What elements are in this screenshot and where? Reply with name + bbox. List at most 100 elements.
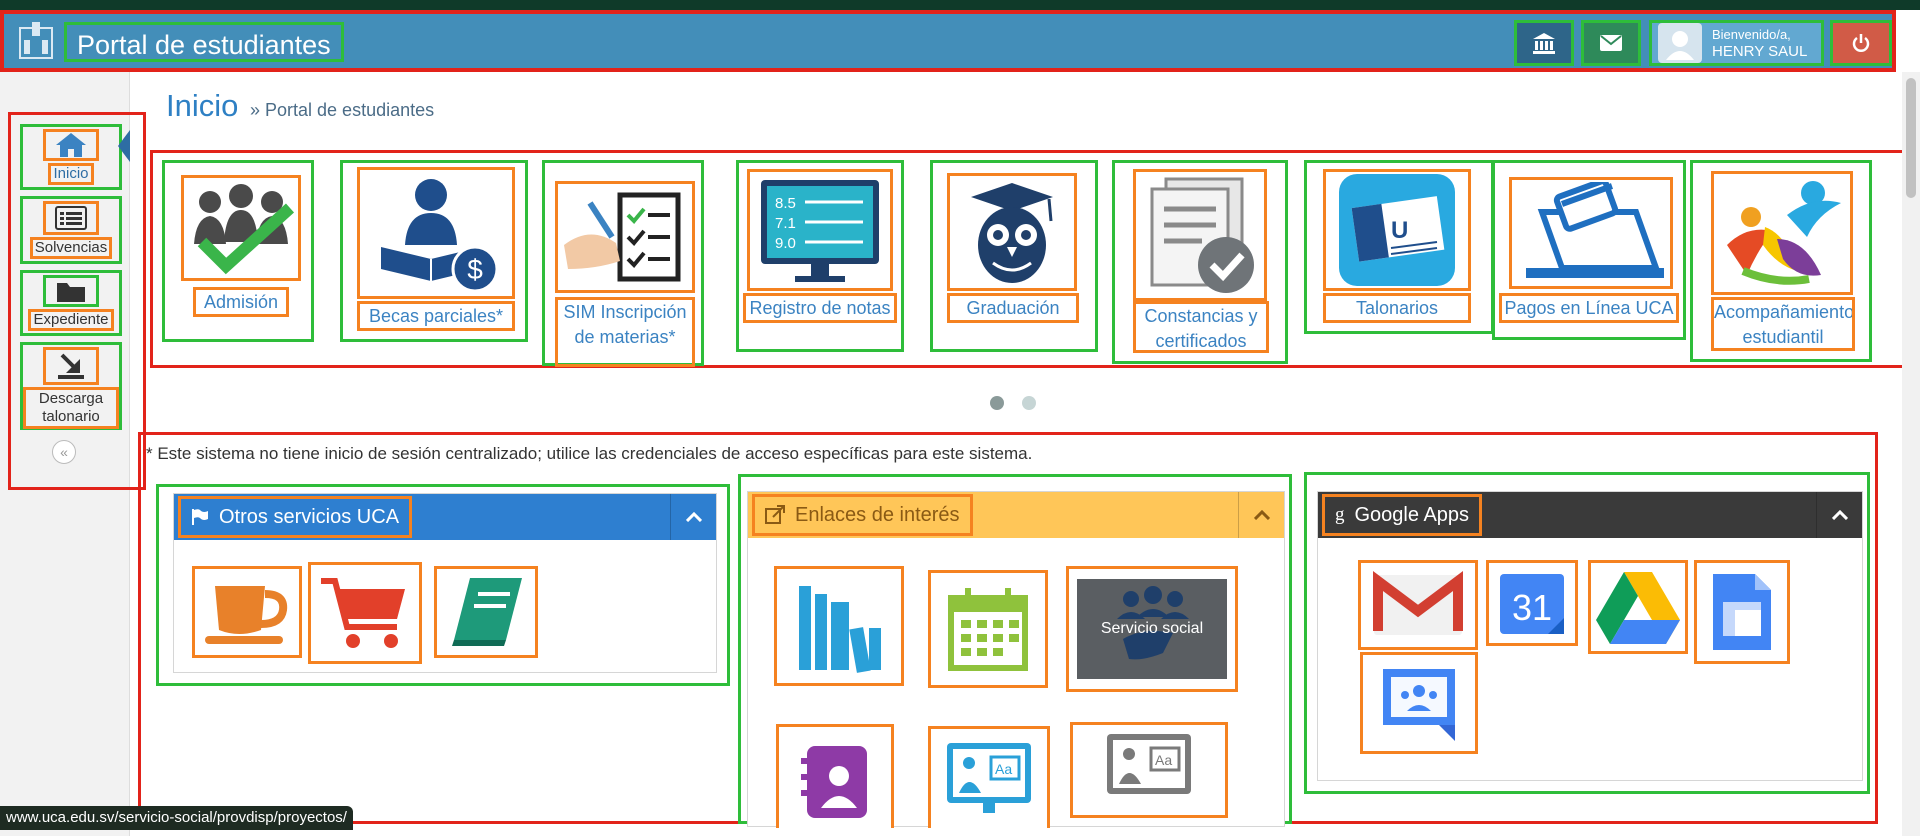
carousel-pagination	[990, 396, 1054, 415]
mail-button[interactable]	[1581, 20, 1641, 66]
list-icon	[43, 201, 99, 235]
sidebar-item-label: Expediente	[28, 309, 114, 331]
panel-title: g Google Apps	[1322, 494, 1483, 536]
panel-header: Enlaces de interés	[748, 492, 1284, 538]
flag-icon	[192, 509, 208, 525]
google-calendar-icon[interactable]: 31	[1486, 560, 1578, 646]
virtual-classroom-icon[interactable]: Aa	[1070, 722, 1228, 818]
payment-slip-icon: U	[1323, 169, 1471, 291]
user-avatar-icon	[1666, 31, 1694, 60]
page-title: Inicio	[166, 88, 239, 123]
enrollment-icon	[555, 181, 695, 293]
sidebar-item-descarga-talonario[interactable]: Descarga talonario	[20, 342, 122, 430]
chevron-up-icon[interactable]	[1816, 492, 1862, 538]
svg-text:Aa: Aa	[995, 761, 1012, 777]
tile-label: Pagos en Línea UCA	[1499, 293, 1679, 323]
user-menu[interactable]: Bienvenido/a, HENRY SAUL	[1649, 20, 1824, 66]
window-top-strip	[0, 0, 1920, 10]
folder-icon	[43, 275, 99, 307]
sidebar-item-inicio[interactable]: Inicio	[20, 124, 122, 190]
tile-label: Becas parciales*	[357, 301, 515, 331]
admission-icon	[181, 175, 301, 281]
tile-talonarios[interactable]: U Talonarios	[1304, 160, 1494, 334]
tile-graduacion[interactable]: Graduación	[930, 160, 1098, 352]
svg-text:Aa: Aa	[1155, 752, 1172, 768]
cafeteria-icon[interactable]	[192, 566, 302, 658]
chevron-up-icon[interactable]	[1238, 492, 1284, 538]
envelope-icon	[1600, 35, 1622, 51]
carousel-dot-1[interactable]	[990, 396, 1004, 410]
sidebar-item-expediente[interactable]: Expediente	[20, 270, 122, 336]
tile-pagos-linea[interactable]: Pagos en Línea UCA	[1492, 160, 1686, 340]
svg-text:9.0: 9.0	[775, 235, 796, 252]
student-support-icon	[1711, 171, 1853, 295]
servicio-social-label: Servicio social	[1100, 620, 1204, 637]
panel-google-apps: g Google Apps 31	[1304, 472, 1870, 794]
panel-title: Otros servicios UCA	[178, 496, 413, 538]
tile-label: Admisión	[193, 287, 289, 317]
page-scrollbar[interactable]	[1902, 72, 1920, 836]
uca-logo[interactable]	[14, 20, 62, 64]
tile-sim-inscripcion[interactable]: SIM Inscripción de materias*	[542, 160, 704, 367]
cart-icon[interactable]	[308, 562, 422, 664]
power-icon	[1852, 34, 1870, 52]
library-icon[interactable]	[774, 566, 904, 686]
tile-label: Registro de notas	[743, 293, 897, 323]
grades-icon: 8.5 7.1 9.0	[747, 169, 893, 291]
bank-button[interactable]	[1514, 20, 1574, 66]
tile-acompanamiento[interactable]: Acompañamiento estudiantil	[1690, 160, 1872, 362]
svg-text:U: U	[1391, 217, 1408, 244]
breadcrumb: » Portal de estudiantes	[250, 100, 435, 120]
chevron-up-icon[interactable]	[670, 494, 716, 540]
external-link-icon	[765, 505, 785, 524]
user-name: HENRY SAUL	[1712, 43, 1808, 60]
tile-label: Talonarios	[1323, 293, 1471, 323]
sidebar-item-solvencias[interactable]: Solvencias	[20, 196, 122, 264]
book-icon[interactable]	[434, 566, 538, 658]
tile-label: SIM Inscripción de materias*	[555, 297, 695, 367]
graduation-owl-icon	[947, 173, 1077, 291]
panel-otros-servicios: Otros servicios UCA	[156, 484, 730, 686]
sidebar-item-label: Descarga talonario	[23, 387, 119, 429]
carousel-dot-2[interactable]	[1022, 396, 1036, 410]
svg-text:8.5: 8.5	[775, 195, 796, 212]
scrollbar-thumb[interactable]	[1906, 78, 1916, 198]
bank-icon	[1533, 33, 1555, 54]
svg-text:$: $	[467, 254, 483, 285]
online-payment-icon	[1509, 177, 1673, 289]
logout-button[interactable]	[1830, 20, 1892, 66]
welcome-label: Bienvenido/a,	[1712, 27, 1791, 42]
svg-text:31: 31	[1512, 587, 1552, 628]
tile-registro-notas[interactable]: 8.5 7.1 9.0 Registro de notas	[736, 160, 904, 352]
tile-label: Acompañamiento estudiantil	[1711, 297, 1855, 351]
tile-label: Graduación	[947, 293, 1079, 323]
panel-title: Enlaces de interés	[752, 494, 973, 536]
panel-header: g Google Apps	[1318, 492, 1862, 538]
gmail-icon[interactable]	[1358, 560, 1478, 650]
scholarship-icon: $	[357, 167, 515, 299]
avatar	[1658, 23, 1702, 63]
elearning-icon[interactable]: Aa	[928, 726, 1050, 828]
google-drive-icon[interactable]	[1588, 560, 1688, 654]
calendar-icon[interactable]	[928, 570, 1048, 688]
certificates-icon	[1133, 169, 1267, 301]
tile-constancias[interactable]: Constancias y certificados	[1112, 160, 1288, 364]
sidebar-collapse-button[interactable]: «	[52, 440, 76, 464]
sidebar-item-label: Solvencias	[29, 237, 113, 259]
app-title[interactable]: Portal de estudiantes	[64, 22, 344, 62]
tile-admision[interactable]: Admisión	[162, 160, 314, 342]
tile-label: Constancias y certificados	[1133, 301, 1269, 353]
google-sites-icon[interactable]	[1694, 560, 1790, 664]
google-classroom-icon[interactable]	[1360, 652, 1478, 754]
contacts-icon[interactable]	[776, 724, 894, 828]
servicio-social-link[interactable]: Servicio social	[1066, 566, 1238, 692]
top-navbar: Portal de estudiantes Bienvenido/a, HENR…	[0, 10, 1896, 72]
sso-note: * Este sistema no tiene inicio de sesión…	[146, 444, 1033, 463]
panel-enlaces-interes: Enlaces de interés Servicio social Aa Aa	[738, 474, 1292, 828]
google-icon: g	[1335, 504, 1345, 525]
download-icon	[43, 347, 99, 385]
svg-text:7.1: 7.1	[775, 215, 796, 232]
tile-becas-parciales[interactable]: $ Becas parciales*	[340, 160, 528, 342]
sidebar-item-label: Inicio	[48, 163, 94, 185]
status-bar-url: www.uca.edu.sv/servicio-social/provdisp/…	[0, 806, 353, 830]
